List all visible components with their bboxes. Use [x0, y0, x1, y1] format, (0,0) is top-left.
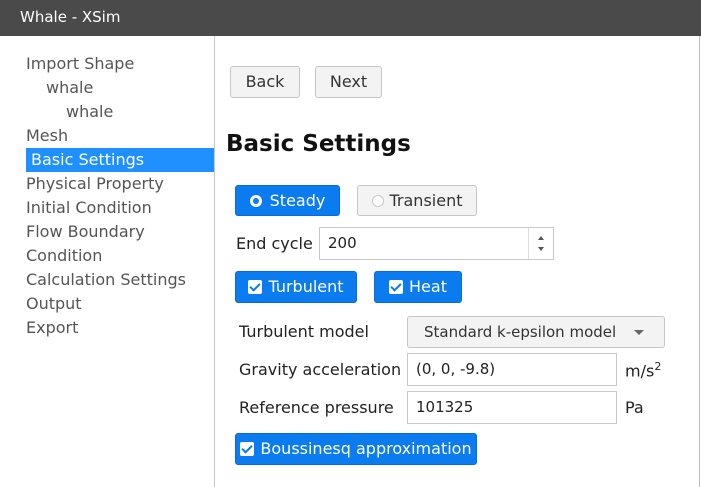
gravity-input[interactable]: (0, 0, -9.8) [407, 353, 617, 386]
title-bar: Whale - XSim [0, 0, 701, 36]
next-button[interactable]: Next [315, 66, 382, 98]
gravity-unit-exponent: 2 [654, 360, 662, 373]
back-button[interactable]: Back [230, 66, 300, 98]
sidebar-item-basic-settings[interactable]: Basic Settings [26, 148, 214, 172]
gravity-label: Gravity acceleration [239, 360, 402, 379]
turbulent-model-select[interactable]: Standard k-epsilon model [407, 316, 665, 348]
sidebar-item-export[interactable]: Export [26, 316, 78, 340]
heat-checkbox-button[interactable]: Heat [374, 271, 462, 303]
transient-label: Transient [389, 191, 463, 210]
reference-pressure-input[interactable]: 101325 [407, 391, 617, 424]
sidebar-item-condition[interactable]: Condition [26, 244, 102, 268]
reference-pressure-unit: Pa [625, 398, 644, 417]
checkbox-checked-icon [240, 441, 255, 456]
end-cycle-spinner[interactable] [528, 228, 553, 259]
sidebar-item-output[interactable]: Output [26, 292, 82, 316]
boussinesq-label: Boussinesq approximation [260, 439, 472, 458]
sidebar-item-physical-property[interactable]: Physical Property [26, 172, 164, 196]
page-title: Basic Settings [226, 131, 411, 157]
turbulent-model-value: Standard k-epsilon model [424, 323, 617, 341]
end-cycle-value: 200 [328, 234, 357, 252]
radio-selected-icon [249, 194, 262, 207]
radio-unselected-icon [371, 194, 384, 207]
turbulent-model-label: Turbulent model [239, 322, 369, 341]
sidebar-item-mesh[interactable]: Mesh [26, 124, 68, 148]
boussinesq-checkbox-button[interactable]: Boussinesq approximation [235, 433, 477, 465]
end-cycle-label: End cycle [236, 234, 313, 253]
dropdown-caret-icon [634, 330, 644, 335]
steady-radio-button[interactable]: Steady [235, 185, 340, 216]
turbulent-label: Turbulent [268, 277, 344, 296]
sidebar-item-calculation-settings[interactable]: Calculation Settings [26, 268, 186, 292]
sidebar-item-flow-boundary[interactable]: Flow Boundary [26, 220, 145, 244]
reference-pressure-label: Reference pressure [239, 398, 394, 417]
turbulent-checkbox-button[interactable]: Turbulent [235, 271, 357, 303]
sidebar-item-whale[interactable]: whale [46, 76, 93, 100]
heat-label: Heat [409, 277, 447, 296]
spinner-arrows-icon[interactable] [529, 228, 553, 259]
sidebar-item-import-shape[interactable]: Import Shape [26, 52, 134, 76]
transient-radio-button[interactable]: Transient [357, 185, 477, 216]
end-cycle-input[interactable]: 200 [319, 227, 554, 260]
checkbox-checked-icon [389, 279, 404, 294]
gravity-unit-text: m/s [625, 361, 655, 381]
window-title: Whale - XSim [20, 8, 121, 26]
checkbox-checked-icon [248, 279, 263, 294]
sidebar: Import Shape whale whale Mesh Basic Sett… [0, 36, 215, 487]
sidebar-item-initial-condition[interactable]: Initial Condition [26, 196, 152, 220]
steady-label: Steady [269, 191, 326, 210]
sidebar-item-whale-child[interactable]: whale [66, 100, 113, 124]
gravity-unit: m/s2 [625, 360, 661, 380]
